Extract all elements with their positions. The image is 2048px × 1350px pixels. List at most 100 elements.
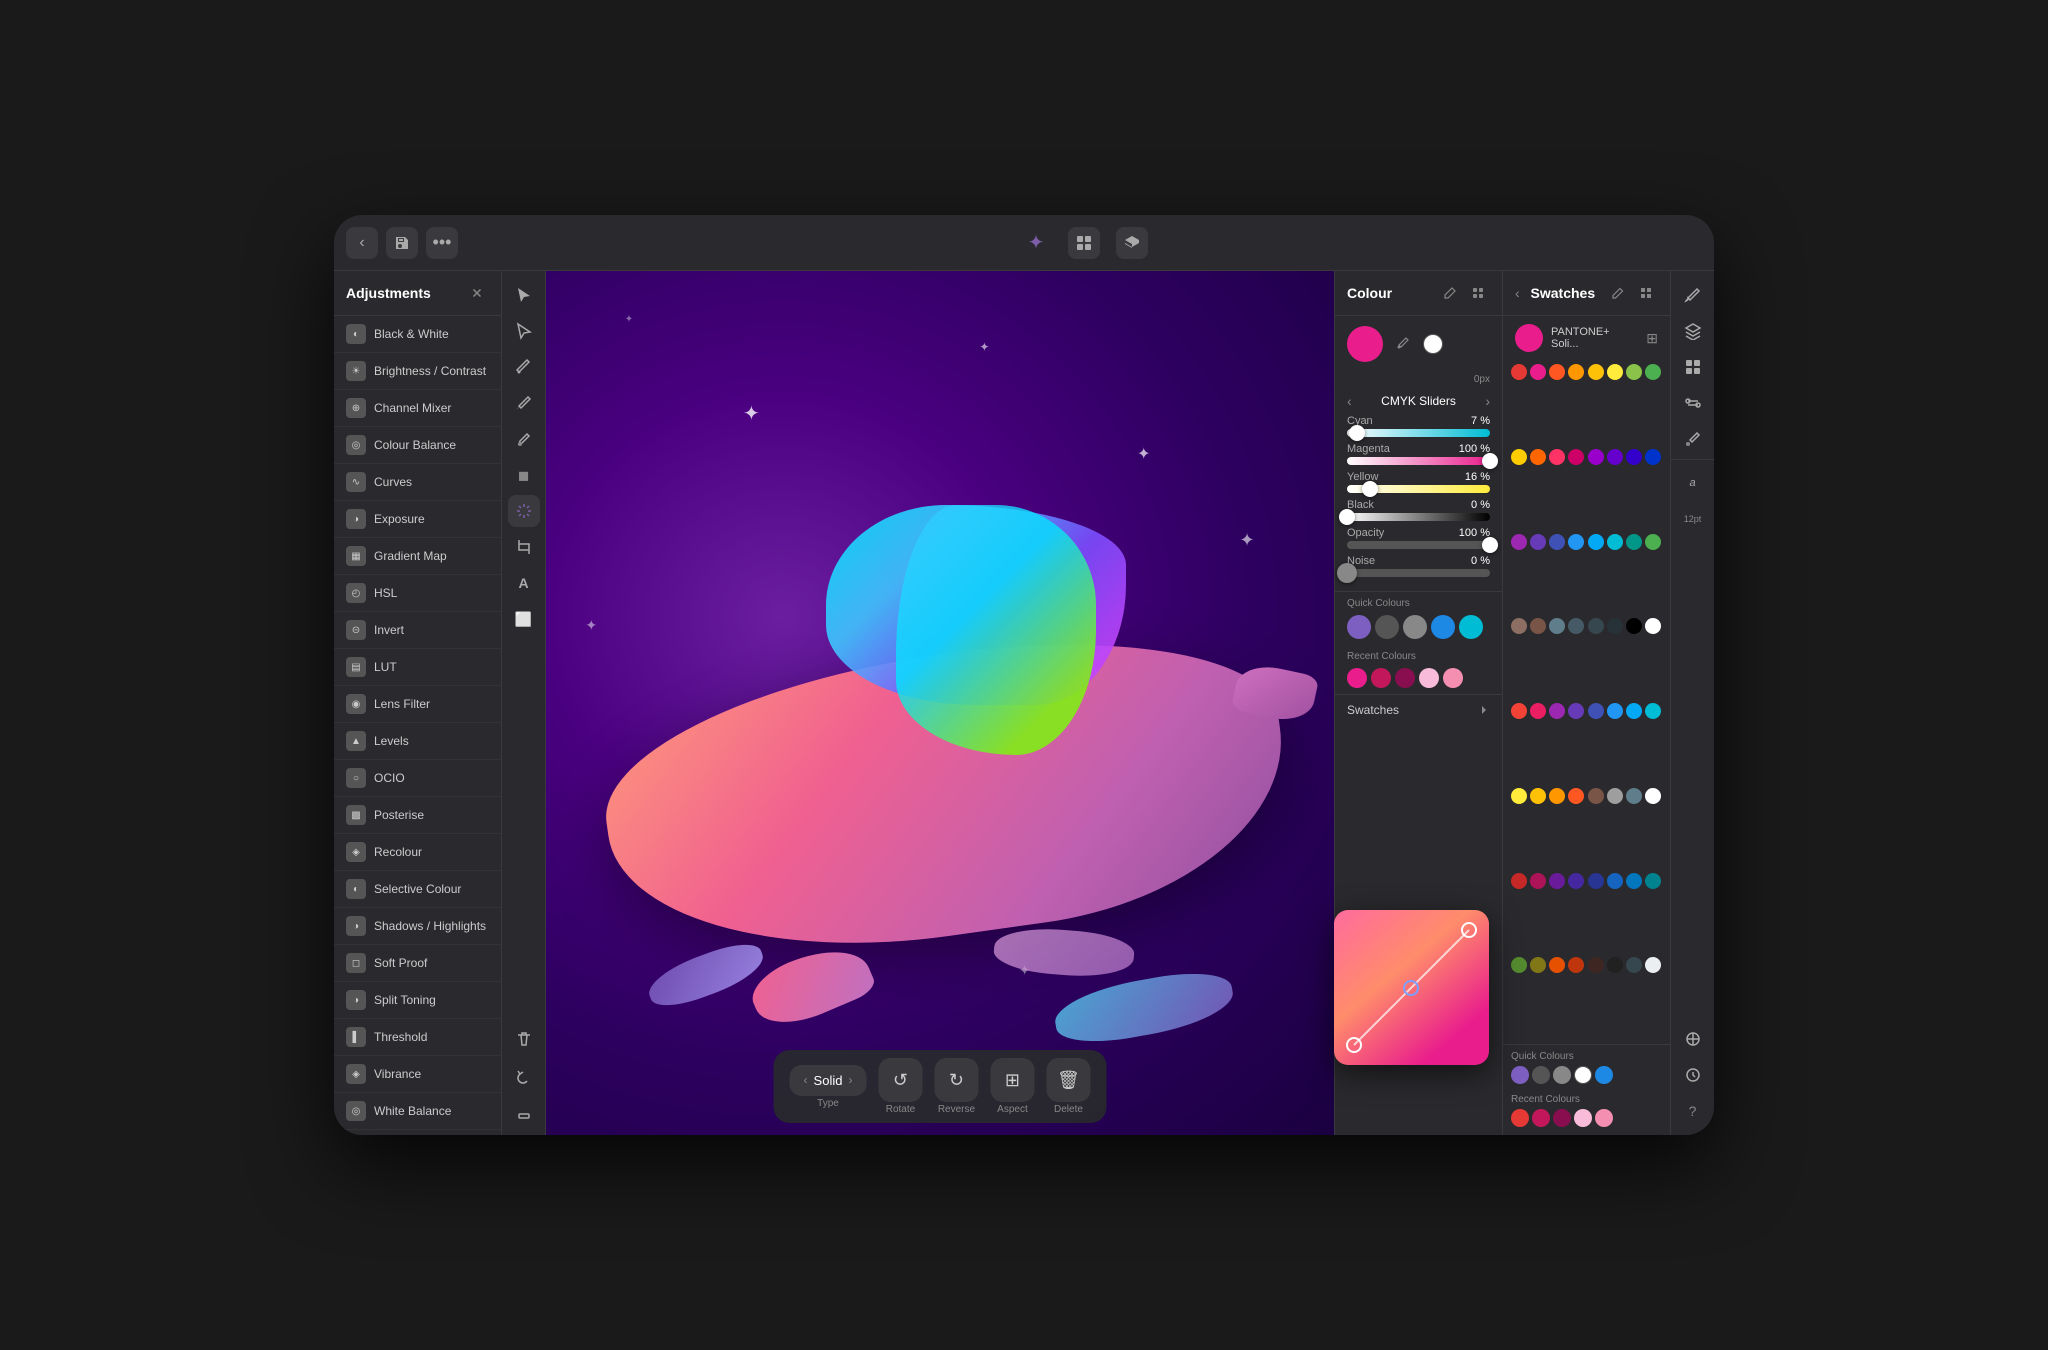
quick-dot-1[interactable] (1375, 615, 1399, 639)
rt-grid-btn[interactable] (1677, 351, 1709, 383)
rt-help-btn[interactable]: ? (1677, 1095, 1709, 1127)
swatch-cell-25[interactable] (1530, 618, 1546, 634)
black-track[interactable] (1347, 513, 1490, 521)
quick-dot-3[interactable] (1431, 615, 1455, 639)
adj-item-black-white[interactable]: ◐ Black & White (334, 316, 501, 353)
logo-button[interactable]: ✦ (1020, 227, 1052, 259)
swatch-cell-50[interactable] (1549, 873, 1565, 889)
swatch-quick-3[interactable] (1574, 1066, 1592, 1084)
rt-text-style-btn[interactable]: a (1677, 467, 1709, 499)
rt-transform-btn[interactable] (1677, 1023, 1709, 1055)
swatch-cell-3[interactable] (1568, 364, 1584, 380)
main-colour-swatch[interactable] (1347, 326, 1383, 362)
recent-dot-4[interactable] (1443, 668, 1463, 688)
delete-tool[interactable] (508, 1023, 540, 1055)
adj-item-ocio[interactable]: ○ OCIO (334, 760, 501, 797)
swatch-cell-63[interactable] (1645, 957, 1661, 973)
delete-button[interactable]: 🗑 (1046, 1058, 1090, 1102)
swatch-recent-1[interactable] (1532, 1109, 1550, 1127)
swatch-cell-32[interactable] (1511, 703, 1527, 719)
pen-tool[interactable] (508, 351, 540, 383)
swatch-cell-19[interactable] (1568, 534, 1584, 550)
rt-paint-btn[interactable] (1677, 279, 1709, 311)
eyedropper-button[interactable] (1391, 332, 1415, 356)
adj-item-gradient-map[interactable]: ▦ Gradient Map (334, 538, 501, 575)
swatch-cell-12[interactable] (1588, 449, 1604, 465)
swatch-layout-btn[interactable]: ⊞ (1646, 330, 1658, 347)
swatches-edit-btn[interactable] (1606, 281, 1630, 305)
swatch-cell-27[interactable] (1568, 618, 1584, 634)
swatch-cell-57[interactable] (1530, 957, 1546, 973)
swatch-cell-39[interactable] (1645, 703, 1661, 719)
back-button[interactable]: ‹ (346, 227, 378, 259)
adj-item-exposure[interactable]: ◑ Exposure (334, 501, 501, 538)
swatch-cell-40[interactable] (1511, 788, 1527, 804)
adj-item-levels[interactable]: ▲ Levels (334, 723, 501, 760)
swatches-back-btn[interactable]: ‹ (1515, 285, 1520, 301)
fill-tool[interactable]: ◼ (508, 459, 540, 491)
swatch-cell-26[interactable] (1549, 618, 1565, 634)
adj-item-selective-colour[interactable]: ◐ Selective Colour (334, 871, 501, 908)
reverse-button[interactable]: ↻ (934, 1058, 978, 1102)
swatch-cell-2[interactable] (1549, 364, 1565, 380)
swatch-cell-29[interactable] (1607, 618, 1623, 634)
swatch-cell-23[interactable] (1645, 534, 1661, 550)
swatch-recent-2[interactable] (1553, 1109, 1571, 1127)
direct-select-tool[interactable] (508, 315, 540, 347)
swatch-cell-37[interactable] (1607, 703, 1623, 719)
swatch-cell-41[interactable] (1530, 788, 1546, 804)
rt-layers-btn[interactable] (1677, 315, 1709, 347)
swatch-cell-54[interactable] (1626, 873, 1642, 889)
swatch-cell-30[interactable] (1626, 618, 1642, 634)
swatches-link[interactable]: Swatches (1335, 694, 1502, 725)
adj-item-posterise[interactable]: ▩ Posterise (334, 797, 501, 834)
redo-tool[interactable] (508, 1095, 540, 1127)
save-button[interactable] (386, 227, 418, 259)
adj-item-brightness-contrast[interactable]: ☀ Brightness / Contrast (334, 353, 501, 390)
quick-dot-4[interactable] (1459, 615, 1483, 639)
swatch-cell-21[interactable] (1607, 534, 1623, 550)
swatch-cell-7[interactable] (1645, 364, 1661, 380)
swatch-cell-28[interactable] (1588, 618, 1604, 634)
undo-tool[interactable] (508, 1059, 540, 1091)
swatch-cell-0[interactable] (1511, 364, 1527, 380)
aspect-button[interactable]: ⊞ (990, 1058, 1034, 1102)
sidebar-close-btn[interactable] (465, 281, 489, 305)
adj-item-soft-proof[interactable]: ◻ Soft Proof (334, 945, 501, 982)
adj-item-lens-filter[interactable]: ◉ Lens Filter (334, 686, 501, 723)
swatch-cell-45[interactable] (1607, 788, 1623, 804)
swatch-cell-10[interactable] (1549, 449, 1565, 465)
swatch-cell-24[interactable] (1511, 618, 1527, 634)
swatch-cell-36[interactable] (1588, 703, 1604, 719)
swatch-cell-22[interactable] (1626, 534, 1642, 550)
swatch-cell-5[interactable] (1607, 364, 1623, 380)
magenta-thumb[interactable] (1482, 453, 1498, 469)
swatch-cell-51[interactable] (1568, 873, 1584, 889)
swatch-main-dot[interactable] (1515, 324, 1543, 352)
more-button[interactable]: ••• (426, 227, 458, 259)
swatch-cell-9[interactable] (1530, 449, 1546, 465)
opacity-track[interactable] (1347, 541, 1490, 549)
swatch-cell-4[interactable] (1588, 364, 1604, 380)
opacity-thumb[interactable] (1482, 537, 1498, 553)
secondary-colour-swatch[interactable] (1423, 334, 1443, 354)
yellow-thumb[interactable] (1362, 481, 1378, 497)
magic-wand-tool[interactable] (508, 495, 540, 527)
swatch-cell-34[interactable] (1549, 703, 1565, 719)
swatch-cell-33[interactable] (1530, 703, 1546, 719)
swatch-cell-14[interactable] (1626, 449, 1642, 465)
colour-panel-more-btn[interactable] (1466, 281, 1490, 305)
adj-item-shadows-highlights[interactable]: ◑ Shadows / Highlights (334, 908, 501, 945)
rotate-button[interactable]: ↺ (878, 1058, 922, 1102)
adj-item-hsl[interactable]: ◴ HSL (334, 575, 501, 612)
crop-tool[interactable] (508, 531, 540, 563)
eyedropper-tool[interactable] (508, 423, 540, 455)
noise-track[interactable] (1347, 569, 1490, 577)
adj-item-vibrance[interactable]: ◈ Vibrance (334, 1056, 501, 1093)
quick-dot-2[interactable] (1403, 615, 1427, 639)
swatch-cell-53[interactable] (1607, 873, 1623, 889)
slider-prev-btn[interactable]: ‹ (1347, 393, 1352, 409)
swatch-cell-6[interactable] (1626, 364, 1642, 380)
recent-dot-2[interactable] (1395, 668, 1415, 688)
rt-font-size-btn[interactable]: 12pt (1677, 503, 1709, 535)
